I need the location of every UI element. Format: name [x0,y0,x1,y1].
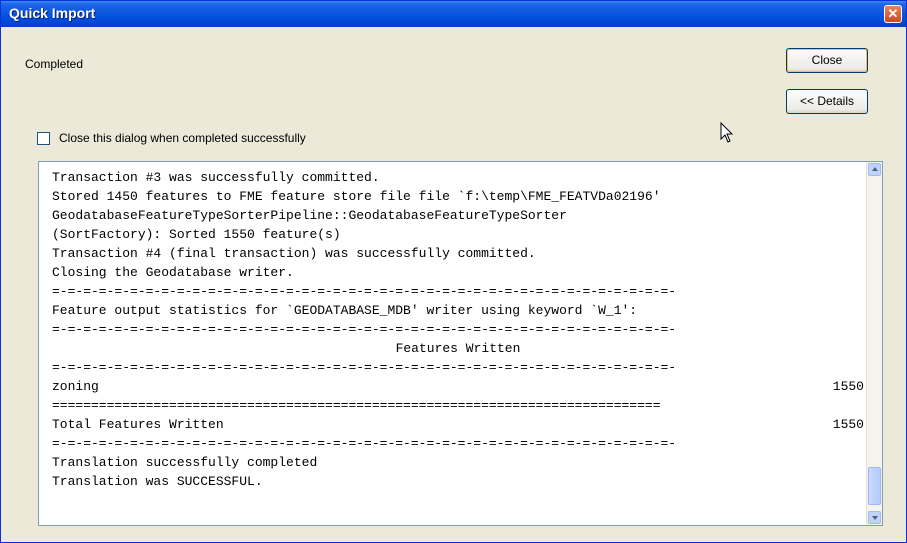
log-line: GeodatabaseFeatureTypeSorterPipeline::Ge… [52,208,567,223]
log-line: Translation successfully completed [52,455,318,470]
total-count: 1550 [832,417,864,432]
scroll-up-button[interactable] [868,163,881,176]
window-close-icon[interactable]: ✕ [884,5,902,23]
log-line: Stored 1450 features to FME feature stor… [52,189,661,204]
total-label: Total Features Written [52,417,224,432]
close-when-done-label: Close this dialog when completed success… [59,131,306,145]
status-text: Completed [25,57,84,71]
feature-name: zoning [52,379,99,394]
log-separator: =-=-=-=-=-=-=-=-=-=-=-=-=-=-=-=-=-=-=-=-… [52,436,677,451]
scrollbar-thumb[interactable] [868,467,881,505]
log-line: (SortFactory): Sorted 1550 feature(s) [52,227,341,242]
log-line: Closing the Geodatabase writer. [52,265,294,280]
log-scrollbar[interactable] [866,162,882,525]
log-text: Transaction #3 was successfully committe… [52,168,864,491]
log-separator: ========================================… [52,398,661,413]
total-row: Total Features Written 1550 [52,415,864,434]
scroll-down-button[interactable] [868,511,881,524]
log-separator: =-=-=-=-=-=-=-=-=-=-=-=-=-=-=-=-=-=-=-=-… [52,284,677,299]
log-line: Transaction #3 was successfully committe… [52,170,380,185]
quick-import-dialog: Quick Import ✕ Completed Close << Detail… [0,0,907,543]
log-separator: =-=-=-=-=-=-=-=-=-=-=-=-=-=-=-=-=-=-=-=-… [52,360,677,375]
log-output[interactable]: Transaction #3 was successfully committe… [38,161,883,526]
close-button[interactable]: Close [786,48,868,73]
window-title: Quick Import [9,5,96,21]
close-when-done-checkbox[interactable] [37,131,50,145]
feature-row: zoning 1550 [52,377,864,396]
close-when-done-option[interactable]: Close this dialog when completed success… [37,130,306,146]
log-line: Translation was SUCCESSFUL. [52,474,263,489]
chevron-up-icon [872,167,878,171]
arrow-cursor-icon [720,122,734,143]
log-line: Transaction #4 (final transaction) was s… [52,246,536,261]
log-separator: =-=-=-=-=-=-=-=-=-=-=-=-=-=-=-=-=-=-=-=-… [52,322,677,337]
details-button[interactable]: << Details [786,89,868,114]
features-written-heading: Features Written [395,341,521,356]
feature-count: 1550 [832,379,864,394]
chevron-down-icon [872,516,878,520]
title-bar[interactable]: Quick Import ✕ [1,1,906,27]
stats-header: Feature output statistics for `GEODATABA… [52,303,638,318]
